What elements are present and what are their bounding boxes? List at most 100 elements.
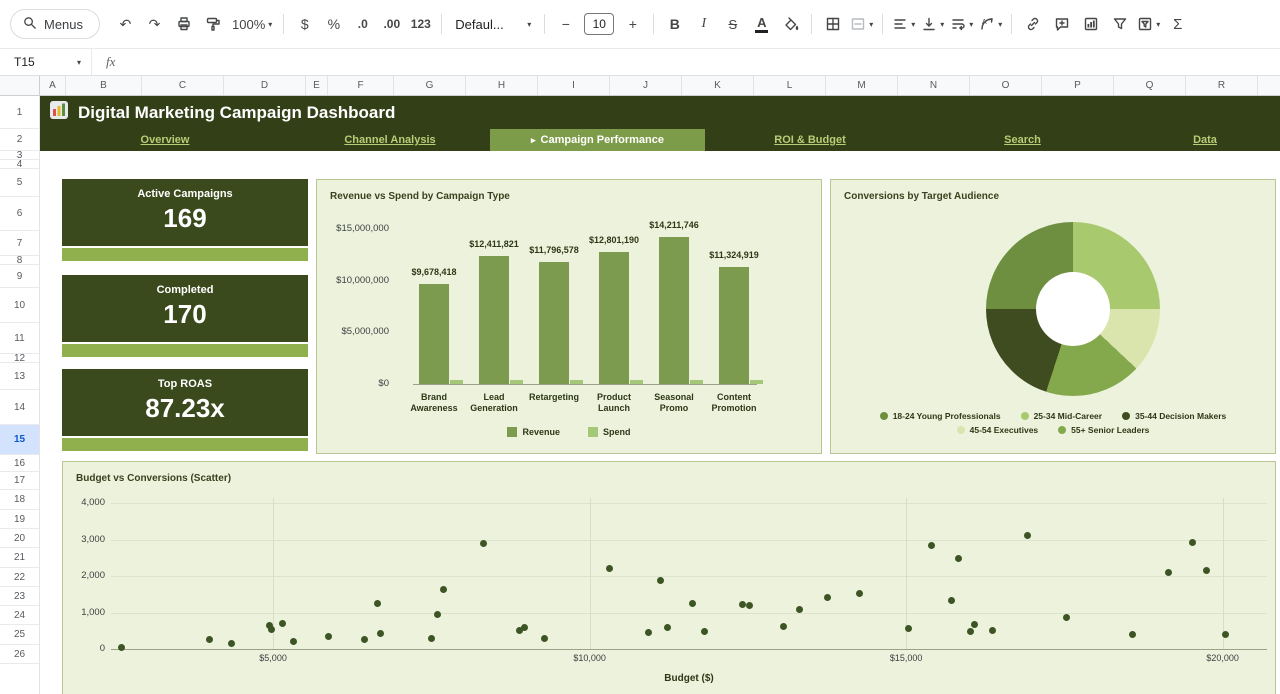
tab-search[interactable]: Search [915,129,1130,151]
scatter-point [1063,614,1070,621]
column-header-L[interactable]: L [754,76,826,96]
row-header-8[interactable]: 8 [0,256,39,265]
revenue-bar [659,237,689,384]
sheet-canvas[interactable]: Digital Marketing Campaign Dashboard Ove… [40,96,1280,694]
tab-campaign-performance[interactable]: ▸Campaign Performance [490,129,705,151]
decrease-decimal-button[interactable]: .0 [349,11,376,38]
print-button[interactable] [170,11,197,38]
row-header-3[interactable]: 3 [0,151,39,160]
tab-channel-analysis[interactable]: Channel Analysis [290,129,490,151]
row-header-12[interactable]: 12 [0,354,39,363]
bar-y-tick-label: $0 [317,378,389,389]
row-header-22[interactable]: 22 [0,568,39,587]
more-number-formats-button[interactable]: 123 [407,11,434,38]
column-header-R[interactable]: R [1186,76,1258,96]
text-rotation-button[interactable]: A▾ [977,11,1004,38]
row-header-24[interactable]: 24 [0,606,39,625]
text-wrap-button[interactable]: ▾ [948,11,975,38]
row-header-5[interactable]: 5 [0,169,39,197]
text-color-button[interactable]: A [748,11,775,38]
font-size-input[interactable]: 10 [584,13,614,35]
row-header-16[interactable]: 16 [0,455,39,472]
column-header-B[interactable]: B [66,76,142,96]
row-header-6[interactable]: 6 [0,197,39,231]
scatter-point [928,542,935,549]
name-box[interactable]: T15 ▾ [0,49,92,75]
tab-data[interactable]: Data [1130,129,1280,151]
increase-font-size-button[interactable]: + [619,11,646,38]
column-header-J[interactable]: J [610,76,682,96]
column-header-D[interactable]: D [224,76,306,96]
row-header-25[interactable]: 25 [0,625,39,645]
row-header-26[interactable]: 26 [0,645,39,664]
strikethrough-button[interactable]: S [719,11,746,38]
row-header-21[interactable]: 21 [0,548,39,568]
column-header-N[interactable]: N [898,76,970,96]
column-header-P[interactable]: P [1042,76,1114,96]
row-header-11[interactable]: 11 [0,323,39,354]
spend-bar [570,380,583,384]
insert-link-button[interactable] [1019,11,1046,38]
column-header-Q[interactable]: Q [1114,76,1186,96]
fill-color-button[interactable] [777,11,804,38]
vertical-align-button[interactable]: ▾ [919,11,946,38]
italic-button[interactable]: I [690,11,717,38]
formula-input[interactable] [129,49,1280,75]
column-header-I[interactable]: I [538,76,610,96]
column-header-M[interactable]: M [826,76,898,96]
row-header-7[interactable]: 7 [0,231,39,256]
row-header-1[interactable]: 1 [0,96,39,129]
text-color-icon: A [755,16,768,33]
redo-button[interactable]: ↷ [141,11,168,38]
scatter-point [955,555,962,562]
column-header-A[interactable]: A [40,76,66,96]
bar-value-label: $11,796,578 [509,245,599,255]
currency-format-button[interactable]: $ [291,11,318,38]
row-header-23[interactable]: 23 [0,587,39,606]
column-header-K[interactable]: K [682,76,754,96]
column-header-E[interactable]: E [306,76,328,96]
menus-button[interactable]: Menus [10,9,100,39]
column-header-O[interactable]: O [970,76,1042,96]
column-header-H[interactable]: H [466,76,538,96]
column-header-F[interactable]: F [328,76,394,96]
row-header-18[interactable]: 18 [0,490,39,510]
tab-roi-budget[interactable]: ROI & Budget [705,129,915,151]
row-header-17[interactable]: 17 [0,472,39,490]
row-header-13[interactable]: 13 [0,363,39,390]
insert-chart-button[interactable] [1077,11,1104,38]
row-header-10[interactable]: 10 [0,288,39,323]
borders-button[interactable] [819,11,846,38]
column-header-G[interactable]: G [394,76,466,96]
horizontal-align-button[interactable]: ▾ [890,11,917,38]
column-header-C[interactable]: C [142,76,224,96]
toolbar-divider [811,14,812,34]
row-header-19[interactable]: 19 [0,510,39,529]
decrease-font-size-button[interactable]: − [552,11,579,38]
tab-overview[interactable]: Overview [40,129,290,151]
font-selector[interactable]: Defaul...▾ [449,11,537,38]
undo-button[interactable]: ↶ [112,11,139,38]
functions-button[interactable]: Σ [1164,11,1191,38]
row-header-20[interactable]: 20 [0,529,39,548]
paint-format-button[interactable] [199,11,226,38]
toolbar-divider [544,14,545,34]
create-filter-button[interactable] [1106,11,1133,38]
bar-y-tick-label: $15,000,000 [317,223,389,234]
increase-decimal-button[interactable]: .00 [378,11,405,38]
merge-cells-button[interactable]: ▾ [848,11,875,38]
scatter-y-tick-label: 2,000 [63,570,105,581]
row-header-4[interactable]: 4 [0,160,39,169]
insert-comment-button[interactable] [1048,11,1075,38]
row-header-9[interactable]: 9 [0,265,39,288]
row-header-15[interactable]: 15 [0,425,39,455]
bold-button[interactable]: B [661,11,688,38]
filter-views-button[interactable]: ▾ [1135,11,1162,38]
scatter-point [1203,567,1210,574]
percent-format-button[interactable]: % [320,11,347,38]
row-header-14[interactable]: 14 [0,390,39,425]
zoom-selector[interactable]: 100%▾ [228,11,276,38]
bar-chart-legend: RevenueSpend [317,427,821,437]
select-all-corner[interactable] [0,76,40,96]
row-header-2[interactable]: 2 [0,129,39,151]
